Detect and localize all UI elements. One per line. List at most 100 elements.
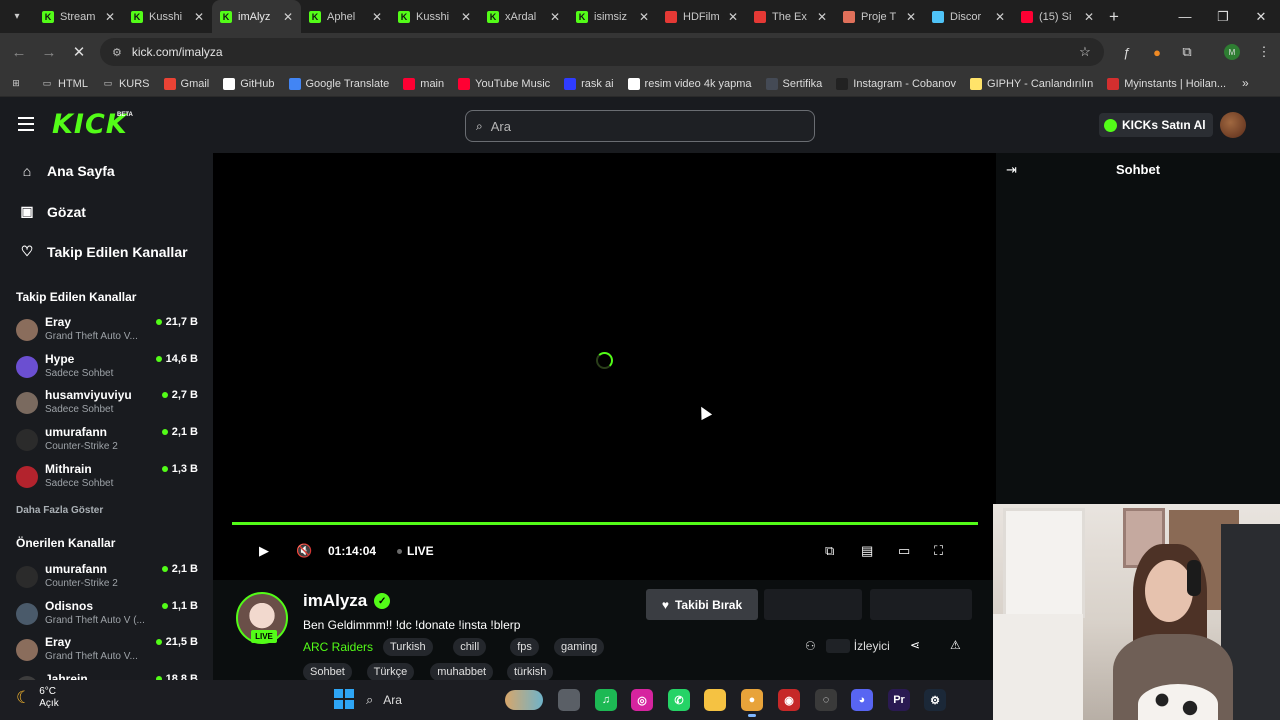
tab-close-icon[interactable]: ✕ [194,10,204,24]
browser-tab[interactable]: (15) Si ✕ [1013,0,1102,33]
instagram-icon[interactable]: ◎ [631,689,653,711]
tag-chip[interactable]: gaming [554,638,605,656]
channel-list-item[interactable]: Jahrein 18,8 B [16,672,206,680]
tab-close-icon[interactable]: ✕ [550,10,560,24]
tag-chip[interactable]: muhabbet [430,663,494,681]
tag-chip[interactable]: türkish [507,663,554,681]
steam-icon[interactable]: ⚙ [924,689,946,711]
tab-close-icon[interactable]: ✕ [995,10,1005,24]
tab-close-icon[interactable]: ✕ [372,10,382,24]
windows-start-icon[interactable] [334,689,355,710]
channel-list-item[interactable]: Eray Grand Theft Auto V... 21,7 B [16,315,206,349]
extensions-puzzle-icon[interactable]: ⧉ [1173,38,1201,66]
tag-chip[interactable]: Türkçe [366,663,415,681]
hamburger-menu-icon[interactable] [18,117,34,131]
bookmark-item[interactable]: ▭ KURS [102,78,150,90]
weather-widget[interactable]: ☾ 6°C Açık [16,686,59,710]
tab-close-icon[interactable]: ✕ [283,10,293,24]
gift-button-placeholder[interactable] [870,589,972,620]
theater-mode-icon[interactable]: ▭ [898,539,910,563]
mute-icon[interactable]: 🔇 [296,539,312,563]
browser-tab[interactable]: K Kusshi ✕ [123,0,212,33]
browser-tab[interactable]: K Stream ✕ [34,0,123,33]
unfollow-button[interactable]: ♥ Takibi Bırak [646,589,758,620]
channel-list-item[interactable]: umurafann Counter-Strike 2 2,1 B [16,562,206,596]
address-bar[interactable]: ⚙ kick.com/imalyza [100,38,1104,66]
tag-chip[interactable]: chill [453,638,487,656]
bookmark-item[interactable]: GitHub [223,77,275,90]
whatsapp-icon[interactable]: ✆ [668,689,690,711]
bookmark-item[interactable]: Instagram - Cobanov [836,77,956,90]
bookmark-item[interactable]: ▭ HTML [41,78,88,90]
more-bookmarks-icon[interactable]: » [1242,76,1249,90]
chrome-icon[interactable]: ● [741,689,763,717]
browser-tab[interactable]: HDFilm ✕ [657,0,746,33]
fullscreen-icon[interactable]: ⛶ [934,539,943,563]
browser-tab[interactable]: Proje T ✕ [835,0,924,33]
browser-tab[interactable]: K Kusshi ✕ [390,0,479,33]
browser-menu-icon[interactable]: ⋮ [1250,38,1278,66]
tab-close-icon[interactable]: ✕ [461,10,471,24]
bookmark-item[interactable]: ⊞ [10,78,27,90]
tag-chip[interactable]: fps [510,638,539,656]
new-tab-icon[interactable]: + [1102,7,1126,27]
tag-chip[interactable]: Sohbet [303,663,352,681]
channel-list-item[interactable]: Eray Grand Theft Auto V... 21,5 B [16,635,206,669]
video-player[interactable]: ▶ 🔇 01:14:04 LIVE ⧉ ▤ ▭ ⛶ [213,153,996,580]
share-icon[interactable]: ⋖ [910,638,920,652]
tab-search-chevron-icon[interactable]: ▾ [0,0,34,33]
progress-bar[interactable] [232,522,978,525]
profile-avatar-icon[interactable]: M [1218,38,1246,66]
nav-following[interactable]: ♡ Takip Edilen Kanallar [18,243,188,260]
tab-close-icon[interactable]: ✕ [817,10,827,24]
forward-icon[interactable]: → [34,37,64,67]
discord-icon[interactable]: ◕ [851,689,873,711]
bookmark-item[interactable]: main [403,77,444,90]
browser-tab[interactable]: Discor ✕ [924,0,1013,33]
tab-close-icon[interactable]: ✕ [728,10,738,24]
miniplayer-icon[interactable]: ⧉ [825,539,834,563]
obs-icon[interactable]: ◌ [815,689,837,711]
bookmark-star-icon[interactable]: ☆ [1071,38,1099,66]
bookmark-item[interactable]: YouTube Music [458,77,550,90]
restore-icon[interactable]: ❐ [1204,0,1242,33]
folder-icon[interactable] [704,689,726,711]
browser-tab[interactable]: KimAlyz ✕ [212,0,301,33]
search-input[interactable]: ⌕ Ara [465,110,815,142]
browser-tab[interactable]: KxArdal ✕ [479,0,568,33]
fox-extension-icon[interactable]: ● [1143,38,1171,66]
bookmark-item[interactable]: Myinstants | Hoilan... [1107,77,1226,90]
bookmark-item[interactable]: Google Translate [288,77,389,90]
subscribe-button-placeholder[interactable] [764,589,862,620]
buy-kicks-button[interactable]: KICKs Satın Al [1099,113,1213,137]
channel-list-item[interactable]: husamviyuviyu Sadece Sohbet 2,7 B [16,388,206,422]
font-extension-icon[interactable]: ƒ [1113,38,1141,66]
premiere-icon[interactable]: Pr [888,689,910,711]
back-icon[interactable]: ← [4,37,34,67]
browser-tab[interactable]: The Ex ✕ [746,0,835,33]
channel-list-item[interactable]: umurafann Counter-Strike 2 2,1 B [16,425,206,459]
browser-tab[interactable]: Kisimsiz ✕ [568,0,657,33]
show-more-link[interactable]: Daha Fazla Göster [16,505,103,516]
bookmark-item[interactable]: rask ai [564,77,614,90]
record-icon[interactable]: ◉ [778,689,800,711]
window-icon[interactable] [558,689,580,711]
nav-browse[interactable]: ▣ Gözat [18,203,86,220]
channel-list-item[interactable]: Mithrain Sadece Sohbet 1,3 B [16,462,206,496]
clip-icon[interactable]: ▤ [861,539,873,563]
nav-home[interactable]: ⌂ Ana Sayfa [18,163,115,179]
bookmark-item[interactable]: Sertifika [765,77,822,90]
channel-list-item[interactable]: Hype Sadece Sohbet 14,6 B [16,352,206,386]
channel-name[interactable]: imAlyza [303,591,367,611]
browser-tab[interactable]: K Aphel ✕ [301,0,390,33]
bookmark-item[interactable]: GIPHY - Canlandırılın [970,77,1093,90]
report-warning-icon[interactable]: ⚠ [950,638,961,652]
stop-loading-icon[interactable]: ✕ [64,37,94,67]
spotify-icon[interactable]: ♫ [595,689,617,711]
tag-chip[interactable]: Turkish [383,638,433,656]
bookmark-item[interactable]: resim video 4k yapma [627,77,752,90]
tab-close-icon[interactable]: ✕ [906,10,916,24]
minimize-icon[interactable]: — [1166,0,1204,33]
user-avatar[interactable] [1220,112,1246,138]
play-icon[interactable]: ▶ [259,539,269,563]
